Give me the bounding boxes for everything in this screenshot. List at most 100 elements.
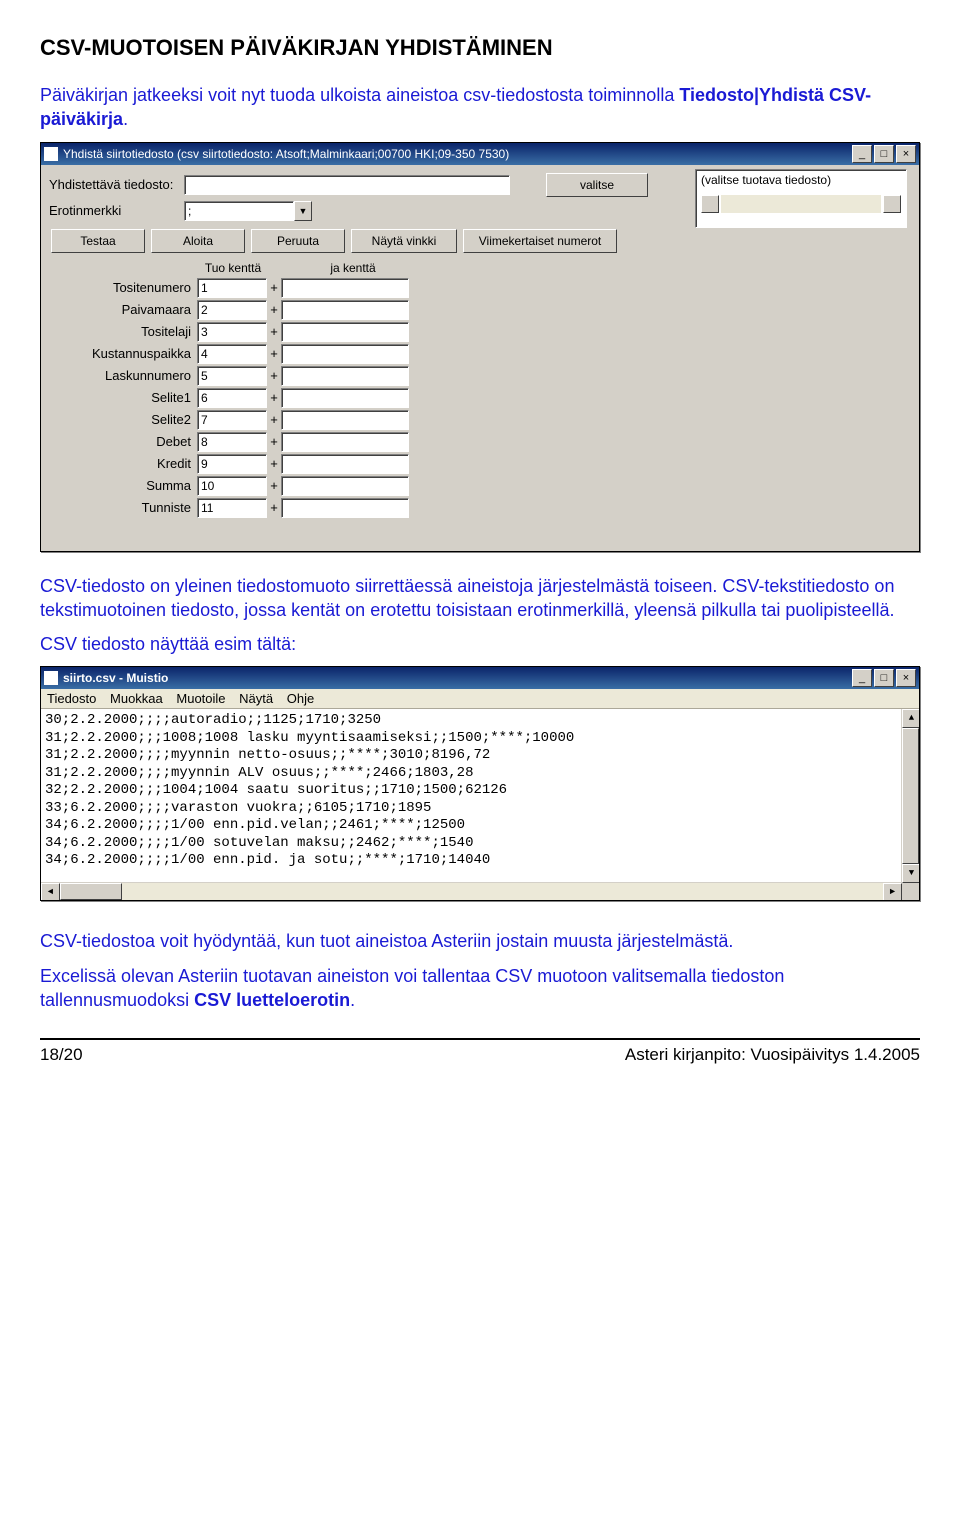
field-and-input[interactable] <box>281 300 409 320</box>
close-button[interactable]: × <box>896 145 916 163</box>
cancel-button[interactable]: Peruuta <box>251 229 345 253</box>
scroll-down-icon[interactable]: ▼ <box>902 864 919 883</box>
plus-icon: + <box>267 368 281 383</box>
field-label: Paivamaara <box>47 302 197 317</box>
separator-label: Erotinmerkki <box>49 203 184 218</box>
menu-view[interactable]: Näytä <box>239 691 273 706</box>
field-row: Laskunnumero5+ <box>47 365 919 387</box>
choose-file-button[interactable]: valitse <box>546 173 648 197</box>
notepad-textarea[interactable]: 30;2.2.2000;;;;autoradio;;1125;1710;3250… <box>41 709 919 900</box>
excel-text-pre: Excelissä olevan Asteriin tuotavan ainei… <box>40 966 784 1010</box>
scroll-up-icon[interactable]: ▲ <box>902 709 919 728</box>
footer-text: Asteri kirjanpito: Vuosipäivitys 1.4.200… <box>625 1045 920 1065</box>
field-label: Debet <box>47 434 197 449</box>
scroll-track-h <box>122 883 883 900</box>
minimize-button[interactable]: _ <box>852 145 872 163</box>
field-label: Laskunnumero <box>47 368 197 383</box>
field-mapping-grid: Tuo kenttä ja kenttä Tositenumero1+Paiva… <box>41 259 919 529</box>
intro-text: Päiväkirjan jatkeeksi voit nyt tuoda ulk… <box>40 85 679 105</box>
plus-icon: + <box>267 390 281 405</box>
field-and-input[interactable] <box>281 344 409 364</box>
field-source-input[interactable]: 3 <box>197 322 267 342</box>
maximize-button[interactable]: □ <box>874 145 894 163</box>
field-row: Kredit9+ <box>47 453 919 475</box>
field-source-input[interactable]: 6 <box>197 388 267 408</box>
plus-icon: + <box>267 412 281 427</box>
separator-select[interactable]: ; <box>184 201 294 221</box>
intro-paragraph: Päiväkirjan jatkeeksi voit nyt tuoda ulk… <box>40 83 920 132</box>
field-and-input[interactable] <box>281 322 409 342</box>
field-label: Selite2 <box>47 412 197 427</box>
field-source-input[interactable]: 1 <box>197 278 267 298</box>
file-label: Yhdistettävä tiedosto: <box>49 177 184 192</box>
test-button[interactable]: Testaa <box>51 229 145 253</box>
field-and-input[interactable] <box>281 278 409 298</box>
footer-rule <box>40 1038 920 1040</box>
page-heading: CSV-MUOTOISEN PÄIVÄKIRJAN YHDISTÄMINEN <box>40 35 920 61</box>
np-close-button[interactable]: × <box>896 669 916 687</box>
app-icon <box>44 147 58 161</box>
plus-icon: + <box>267 434 281 449</box>
menu-edit[interactable]: Muokkaa <box>110 691 163 706</box>
notepad-window: siirto.csv - Muistio _ □ × Tiedosto Muok… <box>40 666 920 901</box>
hint-text: (valitse tuotava tiedosto) <box>701 173 831 187</box>
scroll-right-icon[interactable]: ► <box>883 883 902 900</box>
scroll-right-icon[interactable] <box>883 195 901 213</box>
resize-corner[interactable] <box>902 883 919 900</box>
col-head-source: Tuo kenttä <box>199 261 267 275</box>
np-minimize-button[interactable]: _ <box>852 669 872 687</box>
plus-icon: + <box>267 302 281 317</box>
last-numbers-button[interactable]: Viimekertaiset numerot <box>463 229 617 253</box>
field-and-input[interactable] <box>281 432 409 452</box>
field-row: Tositenumero1+ <box>47 277 919 299</box>
csv-description-1: CSV-tiedosto on yleinen tiedostomuoto si… <box>40 574 920 623</box>
menu-help[interactable]: Ohje <box>287 691 314 706</box>
page-number: 18/20 <box>40 1045 83 1065</box>
file-input[interactable] <box>184 175 510 195</box>
field-source-input[interactable]: 2 <box>197 300 267 320</box>
np-maximize-button[interactable]: □ <box>874 669 894 687</box>
scroll-left-icon[interactable] <box>701 195 719 213</box>
field-source-input[interactable]: 8 <box>197 432 267 452</box>
field-and-input[interactable] <box>281 410 409 430</box>
field-and-input[interactable] <box>281 388 409 408</box>
field-source-input[interactable]: 5 <box>197 366 267 386</box>
field-source-input[interactable]: 11 <box>197 498 267 518</box>
field-source-input[interactable]: 10 <box>197 476 267 496</box>
menu-format[interactable]: Muotoile <box>176 691 225 706</box>
scroll-thumb-h[interactable] <box>60 883 122 900</box>
csv-description-2: CSV tiedosto näyttää esim tältä: <box>40 632 920 656</box>
plus-icon: + <box>267 500 281 515</box>
excel-bold: CSV luetteloerotin <box>194 990 350 1010</box>
plus-icon: + <box>267 456 281 471</box>
menu-file[interactable]: Tiedosto <box>47 691 96 706</box>
notepad-icon <box>44 671 58 685</box>
field-and-input[interactable] <box>281 476 409 496</box>
field-and-input[interactable] <box>281 454 409 474</box>
field-row: Kustannuspaikka4+ <box>47 343 919 365</box>
notepad-title: siirto.csv - Muistio <box>63 671 852 685</box>
field-and-input[interactable] <box>281 498 409 518</box>
plus-icon: + <box>267 346 281 361</box>
plus-icon: + <box>267 280 281 295</box>
scroll-thumb-v[interactable] <box>902 728 919 864</box>
field-and-input[interactable] <box>281 366 409 386</box>
scroll-left-icon[interactable]: ◄ <box>41 883 60 900</box>
field-label: Tunniste <box>47 500 197 515</box>
start-button[interactable]: Aloita <box>151 229 245 253</box>
field-source-input[interactable]: 4 <box>197 344 267 364</box>
plus-icon: + <box>267 324 281 339</box>
field-source-input[interactable]: 7 <box>197 410 267 430</box>
show-hint-button[interactable]: Näytä vinkki <box>351 229 457 253</box>
field-row: Tunniste11+ <box>47 497 919 519</box>
dropdown-arrow-icon[interactable]: ▼ <box>294 201 312 221</box>
hint-panel: (valitse tuotava tiedosto) <box>695 169 907 228</box>
field-source-input[interactable]: 9 <box>197 454 267 474</box>
scroll-track <box>721 195 881 213</box>
field-label: Kustannuspaikka <box>47 346 197 361</box>
usage-paragraph: CSV-tiedostoa voit hyödyntää, kun tuot a… <box>40 929 920 953</box>
field-label: Tositelaji <box>47 324 197 339</box>
merge-csv-window: Yhdistä siirtotiedosto (csv siirtotiedos… <box>40 142 920 552</box>
intro-end: . <box>123 109 128 129</box>
field-row: Tositelaji3+ <box>47 321 919 343</box>
